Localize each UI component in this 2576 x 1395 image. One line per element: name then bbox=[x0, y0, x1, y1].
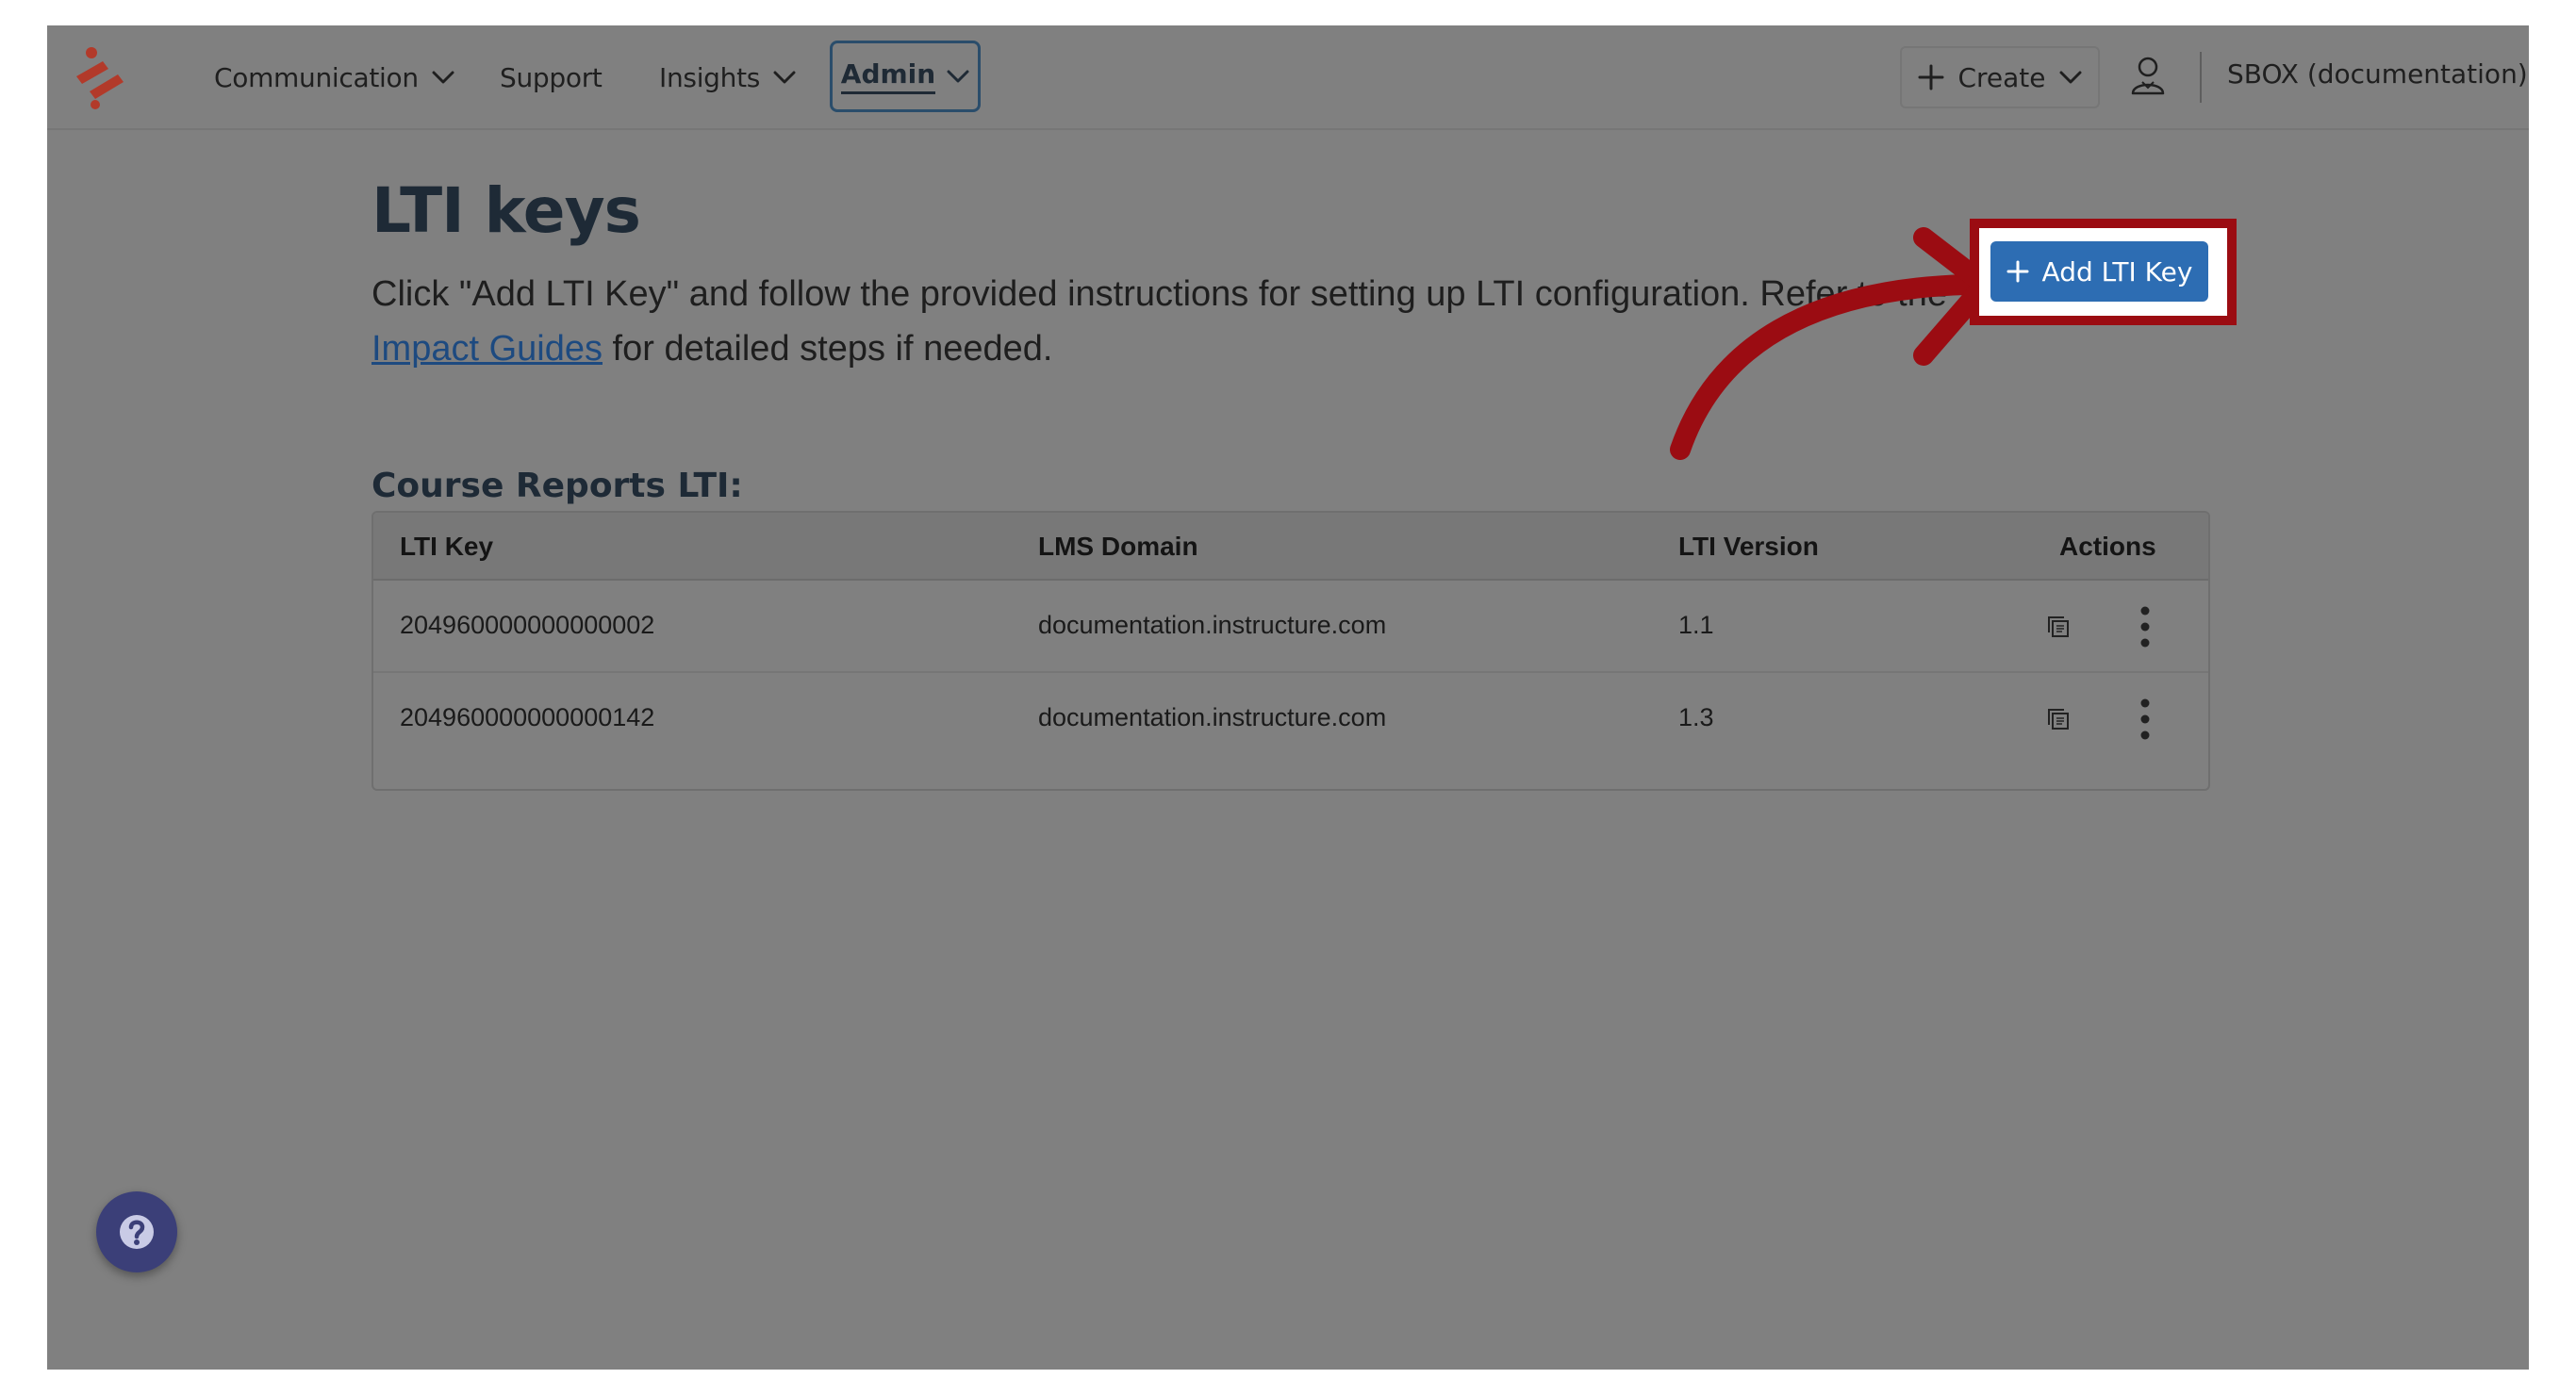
app-window: Communication Support Insights Admin Cre… bbox=[47, 25, 2529, 1370]
nav-support[interactable]: Support bbox=[500, 54, 603, 101]
plus-icon bbox=[1918, 64, 1944, 90]
impact-logo-icon[interactable] bbox=[71, 44, 131, 110]
chevron-down-icon bbox=[2059, 71, 2082, 84]
page-title: LTI keys bbox=[372, 174, 641, 247]
column-header-lti-version: LTI Version bbox=[1678, 532, 1819, 561]
add-lti-key-label: Add LTI Key bbox=[2041, 255, 2193, 287]
kebab-menu-icon[interactable] bbox=[2138, 698, 2152, 741]
nav-divider bbox=[2200, 52, 2202, 103]
nav-insights-label: Insights bbox=[659, 61, 761, 93]
nav-communication[interactable]: Communication bbox=[214, 54, 454, 101]
lms-domain-cell: documentation.instructure.com bbox=[1038, 611, 1387, 639]
column-header-actions: Actions bbox=[2059, 532, 2156, 561]
nav-insights[interactable]: Insights bbox=[659, 54, 796, 101]
table-row: 204960000000000142 documentation.instruc… bbox=[373, 673, 2208, 765]
nav-support-label: Support bbox=[500, 61, 603, 93]
nav-admin[interactable]: Admin bbox=[830, 41, 981, 112]
impact-guides-link[interactable]: Impact Guides bbox=[372, 329, 603, 369]
copy-icon[interactable] bbox=[2046, 615, 2071, 639]
create-button-label: Create bbox=[1957, 61, 2046, 93]
nav-admin-label: Admin bbox=[840, 58, 936, 94]
column-header-lms-domain: LMS Domain bbox=[1038, 532, 1198, 561]
copy-icon[interactable] bbox=[2046, 707, 2071, 731]
chevron-down-icon bbox=[773, 71, 796, 84]
help-icon bbox=[120, 1215, 154, 1249]
table-header: LTI Key LMS Domain LTI Version Actions bbox=[373, 513, 2208, 581]
top-navigation: Communication Support Insights Admin Cre… bbox=[47, 25, 2529, 130]
lms-domain-cell: documentation.instructure.com bbox=[1038, 703, 1387, 731]
table-row: 204960000000000002 documentation.instruc… bbox=[373, 581, 2208, 673]
chevron-down-icon bbox=[432, 71, 454, 84]
plus-icon bbox=[2006, 260, 2029, 283]
nav-communication-label: Communication bbox=[214, 61, 419, 93]
account-name[interactable]: SBOX (documentation) bbox=[2227, 58, 2528, 90]
column-header-lti-key: LTI Key bbox=[400, 532, 494, 561]
help-button[interactable] bbox=[96, 1191, 177, 1272]
kebab-menu-icon[interactable] bbox=[2138, 605, 2152, 648]
chevron-down-icon bbox=[947, 70, 969, 83]
create-button[interactable]: Create bbox=[1900, 46, 2100, 108]
intro-text-end: for detailed steps if needed. bbox=[603, 329, 1053, 369]
lti-key-cell: 204960000000000002 bbox=[400, 611, 655, 639]
lti-version-cell: 1.3 bbox=[1678, 703, 1714, 731]
user-icon[interactable] bbox=[2129, 56, 2167, 97]
lti-version-cell: 1.1 bbox=[1678, 611, 1714, 639]
lti-key-cell: 204960000000000142 bbox=[400, 703, 655, 731]
section-heading: Course Reports LTI: bbox=[372, 467, 743, 505]
lti-keys-table: LTI Key LMS Domain LTI Version Actions 2… bbox=[372, 511, 2210, 791]
add-lti-key-button[interactable]: Add LTI Key bbox=[1990, 241, 2208, 302]
